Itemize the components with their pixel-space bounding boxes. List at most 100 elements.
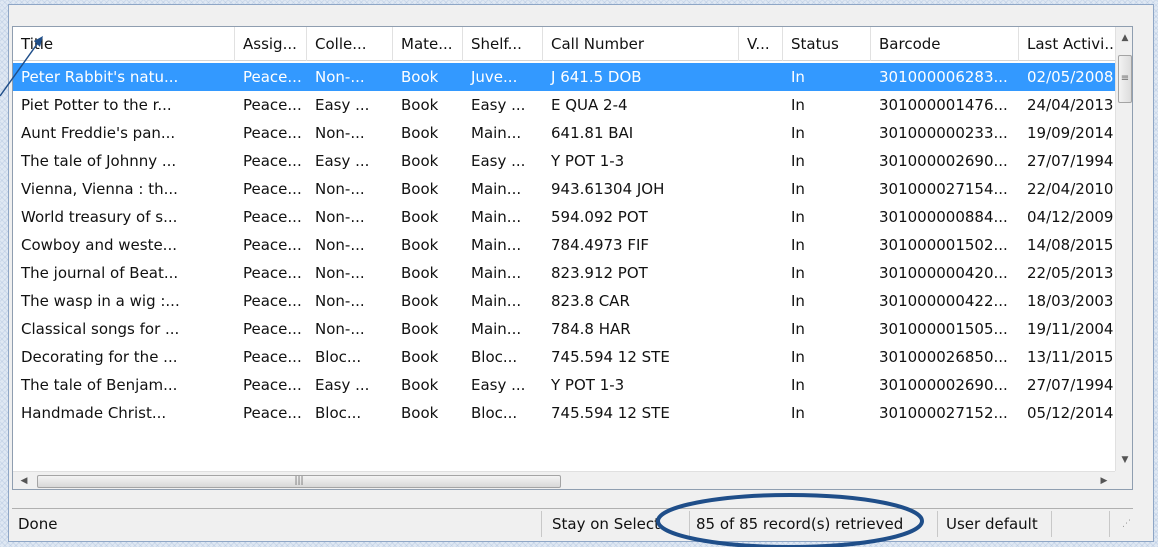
cell-assigned: Peace... — [243, 96, 302, 114]
cell-volume — [739, 399, 783, 427]
down-arrow-icon[interactable]: ▼ — [1116, 451, 1132, 469]
column-header-volume[interactable]: V... — [739, 27, 783, 61]
left-arrow-icon[interactable]: ◀ — [15, 472, 33, 489]
cell-title: Cowboy and weste... — [21, 236, 177, 254]
cell-barcode: 301000026850... — [879, 348, 1008, 366]
cell-shelf: Main... — [471, 320, 522, 338]
cell-status: In — [791, 376, 805, 394]
cell-barcode: 301000002690... — [879, 152, 1008, 170]
cell-call-number: 594.092 POT — [551, 208, 648, 226]
table-row[interactable]: The tale of Benjam... Peace... Easy ... Boo… — [13, 371, 1115, 399]
cell-material: Book — [401, 264, 439, 282]
cell-collection: Non-... — [315, 292, 365, 310]
cell-status: In — [791, 348, 805, 366]
cell-assigned: Peace... — [243, 68, 302, 86]
column-header-collection[interactable]: Colle... — [307, 27, 393, 61]
cell-call-number: 641.81 BAI — [551, 124, 634, 142]
cell-collection: Easy ... — [315, 96, 370, 114]
cell-title: Piet Potter to the r... — [21, 96, 172, 114]
cell-volume — [739, 175, 783, 203]
cell-assigned: Peace... — [243, 180, 302, 198]
cell-shelf: Easy ... — [471, 96, 526, 114]
table-row[interactable]: The wasp in a wig :... Peace... Non-... Boo… — [13, 287, 1115, 315]
cell-title: Decorating for the ... — [21, 348, 178, 366]
cell-material: Book — [401, 376, 439, 394]
cell-call-number: 823.912 POT — [551, 264, 648, 282]
size-grip-icon[interactable]: ⋰ — [1110, 511, 1131, 537]
cell-title: Handmade Christ... — [21, 404, 167, 422]
table-row[interactable]: Piet Potter to the r... Peace... Easy ... B… — [13, 91, 1115, 119]
table-row[interactable]: Classical songs for ... Peace... Non-... Bo… — [13, 315, 1115, 343]
status-text: Done — [14, 511, 542, 537]
table-row[interactable]: Handmade Christ... Peace... Bloc... Book Blo… — [13, 399, 1115, 427]
vertical-scroll-thumb[interactable]: ≡ — [1118, 55, 1132, 103]
right-arrow-icon[interactable]: ▶ — [1095, 472, 1113, 489]
cell-shelf: Easy ... — [471, 376, 526, 394]
table-row[interactable]: The tale of Johnny ... Peace... Easy ... Bo… — [13, 147, 1115, 175]
cell-shelf: Easy ... — [471, 152, 526, 170]
table-row[interactable]: The journal of Beat... Peace... Non-... Boo… — [13, 259, 1115, 287]
column-header-assigned[interactable]: Assig... — [235, 27, 307, 61]
horizontal-scroll-thumb[interactable]: ||| — [37, 475, 561, 488]
cell-last-activity: 04/12/2009 — [1027, 208, 1114, 226]
cell-last-activity: 02/05/2008 — [1027, 68, 1114, 86]
table-row[interactable]: Vienna, Vienna : th... Peace... Non-... Boo… — [13, 175, 1115, 203]
cell-material: Book — [401, 320, 439, 338]
cell-collection: Easy ... — [315, 376, 370, 394]
column-header-status[interactable]: Status — [783, 27, 871, 61]
cell-material: Book — [401, 404, 439, 422]
cell-assigned: Peace... — [243, 320, 302, 338]
cell-volume — [739, 63, 783, 91]
cell-last-activity: 19/09/2014 — [1027, 124, 1114, 142]
column-header-last-activity[interactable]: Last Activi... — [1019, 27, 1115, 61]
up-arrow-icon[interactable]: ▲ — [1116, 29, 1132, 47]
cell-assigned: Peace... — [243, 124, 302, 142]
records-list-view[interactable]: Title Assig... Colle... Mate... Shelf... Call… — [12, 26, 1133, 490]
vertical-scrollbar[interactable]: ▲ ≡ ▼ — [1115, 27, 1132, 471]
table-row[interactable]: World treasury of s... Peace... Non-... Boo… — [13, 203, 1115, 231]
table-row-selected[interactable]: Peter Rabbit's natu... Peace... Non-... Boo… — [13, 63, 1115, 91]
column-header-barcode[interactable]: Barcode — [871, 27, 1019, 61]
cell-assigned: Peace... — [243, 264, 302, 282]
cell-status: In — [791, 180, 805, 198]
cell-volume — [739, 147, 783, 175]
cell-last-activity: 27/07/1994 — [1027, 152, 1114, 170]
cell-last-activity: 19/11/2004 — [1027, 320, 1114, 338]
table-row[interactable]: Aunt Freddie's pan... Peace... Non-... Book… — [13, 119, 1115, 147]
table-row[interactable]: Cowboy and weste... Peace... Non-... Book Ma… — [13, 231, 1115, 259]
cell-status: In — [791, 124, 805, 142]
cell-barcode: 301000006283... — [879, 68, 1008, 86]
cell-material: Book — [401, 124, 439, 142]
cell-volume — [739, 203, 783, 231]
column-header-title[interactable]: Title — [13, 27, 235, 61]
cell-collection: Bloc... — [315, 404, 362, 422]
cell-status: In — [791, 404, 805, 422]
cell-volume — [739, 259, 783, 287]
cell-call-number: Y POT 1-3 — [551, 376, 625, 394]
grid-area: Title Assig... Colle... Mate... Shelf... Call… — [13, 27, 1115, 471]
cell-barcode: 301000001476... — [879, 96, 1008, 114]
cell-volume — [739, 119, 783, 147]
table-row[interactable]: Decorating for the ... Peace... Bloc... Boo… — [13, 343, 1115, 371]
cell-last-activity: 22/05/2013 — [1027, 264, 1114, 282]
cell-assigned: Peace... — [243, 152, 302, 170]
status-mode: Stay on Select — [542, 511, 690, 537]
cell-material: Book — [401, 236, 439, 254]
cell-volume — [739, 231, 783, 259]
cell-collection: Non-... — [315, 264, 365, 282]
cell-call-number: 784.8 HAR — [551, 320, 631, 338]
cell-shelf: Main... — [471, 236, 522, 254]
cell-title: Aunt Freddie's pan... — [21, 124, 176, 142]
cell-volume — [739, 315, 783, 343]
horizontal-scrollbar[interactable]: ◀ ||| ▶ — [13, 471, 1115, 489]
column-header-call-number[interactable]: Call Number — [543, 27, 739, 61]
cell-collection: Non-... — [315, 180, 365, 198]
cell-collection: Non-... — [315, 208, 365, 226]
column-header-shelf[interactable]: Shelf... — [463, 27, 543, 61]
cell-last-activity: 13/11/2015 — [1027, 348, 1114, 366]
cell-barcode: 301000000884... — [879, 208, 1008, 226]
cell-call-number: 823.8 CAR — [551, 292, 630, 310]
column-header-material[interactable]: Mate... — [393, 27, 463, 61]
cell-title: The journal of Beat... — [21, 264, 179, 282]
cell-shelf: Bloc... — [471, 404, 518, 422]
